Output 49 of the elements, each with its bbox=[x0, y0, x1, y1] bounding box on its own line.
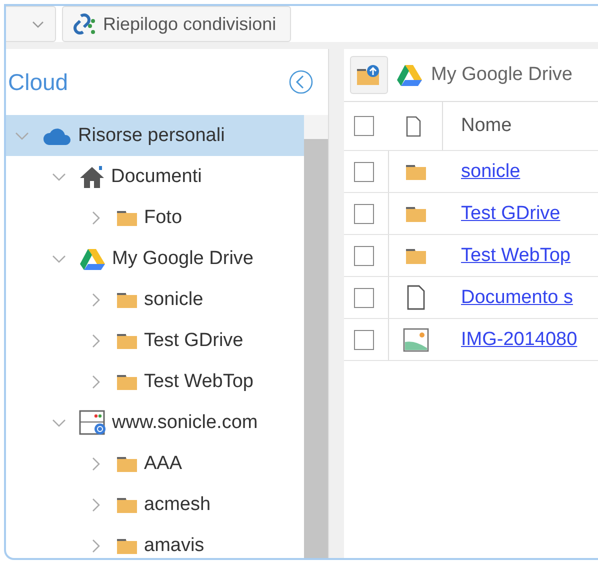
folder-upload-icon bbox=[356, 63, 382, 87]
collapse-button[interactable] bbox=[289, 70, 313, 94]
file-icon bbox=[406, 285, 426, 310]
folder-icon bbox=[116, 290, 138, 309]
tree-item[interactable]: www.sonicle.com bbox=[6, 402, 304, 443]
folder-icon bbox=[116, 536, 138, 555]
tree-item[interactable]: My Google Drive bbox=[6, 238, 304, 279]
file-link[interactable]: sonicle bbox=[461, 160, 520, 182]
file-link[interactable]: Test GDrive bbox=[461, 202, 560, 224]
folder-icon bbox=[405, 204, 427, 223]
folder-icon bbox=[405, 246, 427, 265]
scrollbar[interactable] bbox=[304, 115, 328, 558]
server-icon bbox=[79, 410, 106, 436]
file-link[interactable]: Documento s bbox=[461, 286, 573, 308]
share-summary-button[interactable]: Riepilogo condivisioni bbox=[62, 6, 292, 42]
folder-icon bbox=[405, 162, 427, 181]
checkbox[interactable] bbox=[354, 116, 374, 136]
panel-title: Cloud bbox=[8, 68, 68, 96]
file-icon bbox=[404, 116, 422, 136]
column-header[interactable]: Nome bbox=[443, 102, 598, 150]
drive-icon bbox=[79, 246, 106, 270]
tree-item[interactable]: amavis bbox=[6, 525, 304, 558]
tree-item[interactable]: Test WebTop bbox=[6, 361, 304, 402]
tree-item[interactable]: Risorse personali bbox=[6, 115, 304, 156]
drive-icon bbox=[396, 63, 423, 87]
house-icon bbox=[79, 164, 105, 188]
file-link[interactable]: Test WebTop bbox=[461, 244, 570, 266]
image-icon bbox=[403, 328, 429, 352]
chevron-left-icon bbox=[289, 70, 313, 94]
file-link[interactable]: IMG-2014080 bbox=[461, 328, 578, 350]
tree-item[interactable]: AAA bbox=[6, 443, 304, 484]
checkbox[interactable] bbox=[354, 288, 374, 308]
checkbox[interactable] bbox=[354, 246, 374, 266]
folder-icon bbox=[116, 208, 138, 227]
folder-icon bbox=[116, 372, 138, 391]
tree-item[interactable]: Foto bbox=[6, 197, 304, 238]
share-link-icon bbox=[71, 12, 97, 36]
tree-item[interactable]: Test GDrive bbox=[6, 320, 304, 361]
tree-item[interactable]: acmesh bbox=[6, 484, 304, 525]
checkbox[interactable] bbox=[354, 330, 374, 350]
folder-icon bbox=[116, 454, 138, 473]
upload-button[interactable] bbox=[350, 56, 388, 94]
folder-icon bbox=[116, 495, 138, 514]
checkbox[interactable] bbox=[354, 204, 374, 224]
breadcrumb[interactable]: My Google Drive bbox=[431, 64, 572, 86]
checkbox[interactable] bbox=[354, 162, 374, 182]
tree-item[interactable]: Documenti bbox=[6, 156, 304, 197]
tree-item[interactable]: sonicle bbox=[6, 279, 304, 320]
folder-icon bbox=[116, 331, 138, 350]
